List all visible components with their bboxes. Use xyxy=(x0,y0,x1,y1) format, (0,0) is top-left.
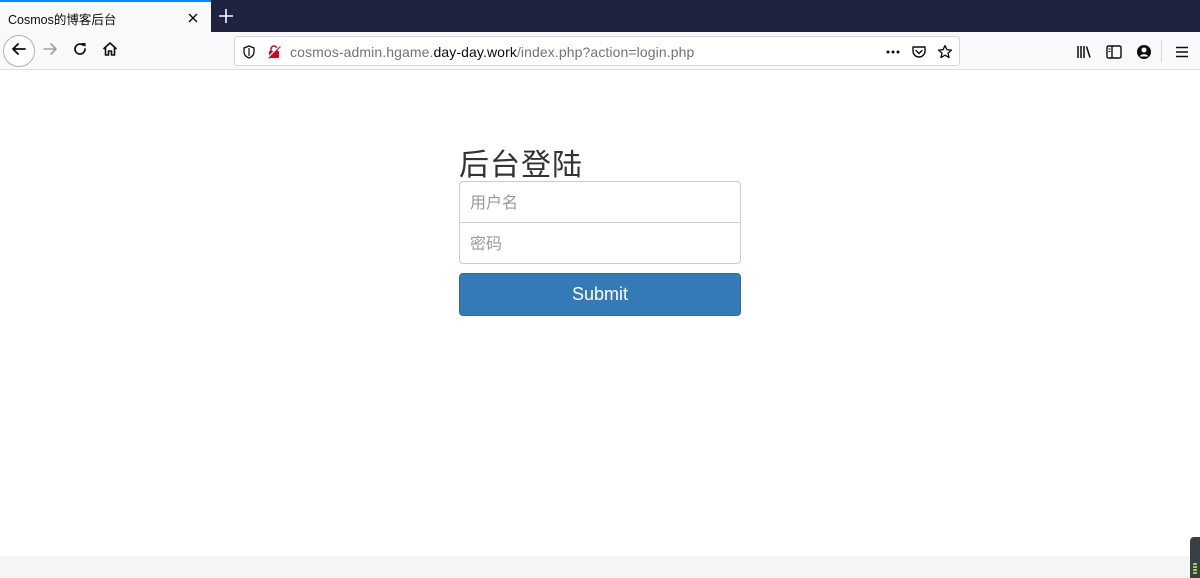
forward-button[interactable] xyxy=(35,36,65,66)
new-tab-plus-icon[interactable] xyxy=(217,7,235,25)
account-icon[interactable] xyxy=(1135,43,1153,61)
close-icon[interactable] xyxy=(186,11,200,25)
reload-button[interactable] xyxy=(65,36,95,66)
toolbar-divider xyxy=(1161,40,1162,62)
arrow-right-icon xyxy=(41,40,59,63)
url-path: /index.php?action=login.php xyxy=(516,44,695,60)
password-input[interactable] xyxy=(459,222,741,264)
page-content: 后台登陆 Submit xyxy=(0,71,1200,556)
more-dots-icon[interactable] xyxy=(885,44,901,60)
hamburger-menu-icon[interactable] xyxy=(1173,43,1191,61)
home-icon xyxy=(101,40,119,63)
back-button[interactable] xyxy=(3,35,35,67)
url-text[interactable]: cosmos-admin.hgame.day-day.work/index.ph… xyxy=(290,44,694,60)
url-domain: day-day.work xyxy=(433,44,517,60)
tab-title: Cosmos的博客后台 xyxy=(8,13,117,27)
pocket-icon[interactable] xyxy=(911,44,927,60)
submit-button[interactable]: Submit xyxy=(459,273,741,316)
sidebar-icon[interactable] xyxy=(1105,43,1123,61)
network-activity-widget xyxy=(1190,537,1200,578)
shield-icon[interactable] xyxy=(241,44,257,60)
url-prefix: cosmos-admin.hgame. xyxy=(290,44,434,60)
arrow-left-icon xyxy=(10,40,28,63)
reload-icon xyxy=(71,40,89,63)
browser-tab[interactable]: Cosmos的博客后台 xyxy=(0,0,211,32)
url-bar[interactable]: cosmos-admin.hgame.day-day.work/index.ph… xyxy=(234,36,960,66)
tab-strip: Cosmos的博客后台 xyxy=(0,0,1200,32)
navigation-toolbar: cosmos-admin.hgame.day-day.work/index.ph… xyxy=(0,32,1200,70)
star-icon[interactable] xyxy=(937,44,953,60)
bottom-bar xyxy=(0,556,1200,578)
username-input[interactable] xyxy=(459,181,741,223)
page-title: 后台登陆 xyxy=(459,148,583,183)
library-icon[interactable] xyxy=(1075,43,1093,61)
home-button[interactable] xyxy=(95,36,125,66)
insecure-lock-icon[interactable] xyxy=(266,44,282,60)
